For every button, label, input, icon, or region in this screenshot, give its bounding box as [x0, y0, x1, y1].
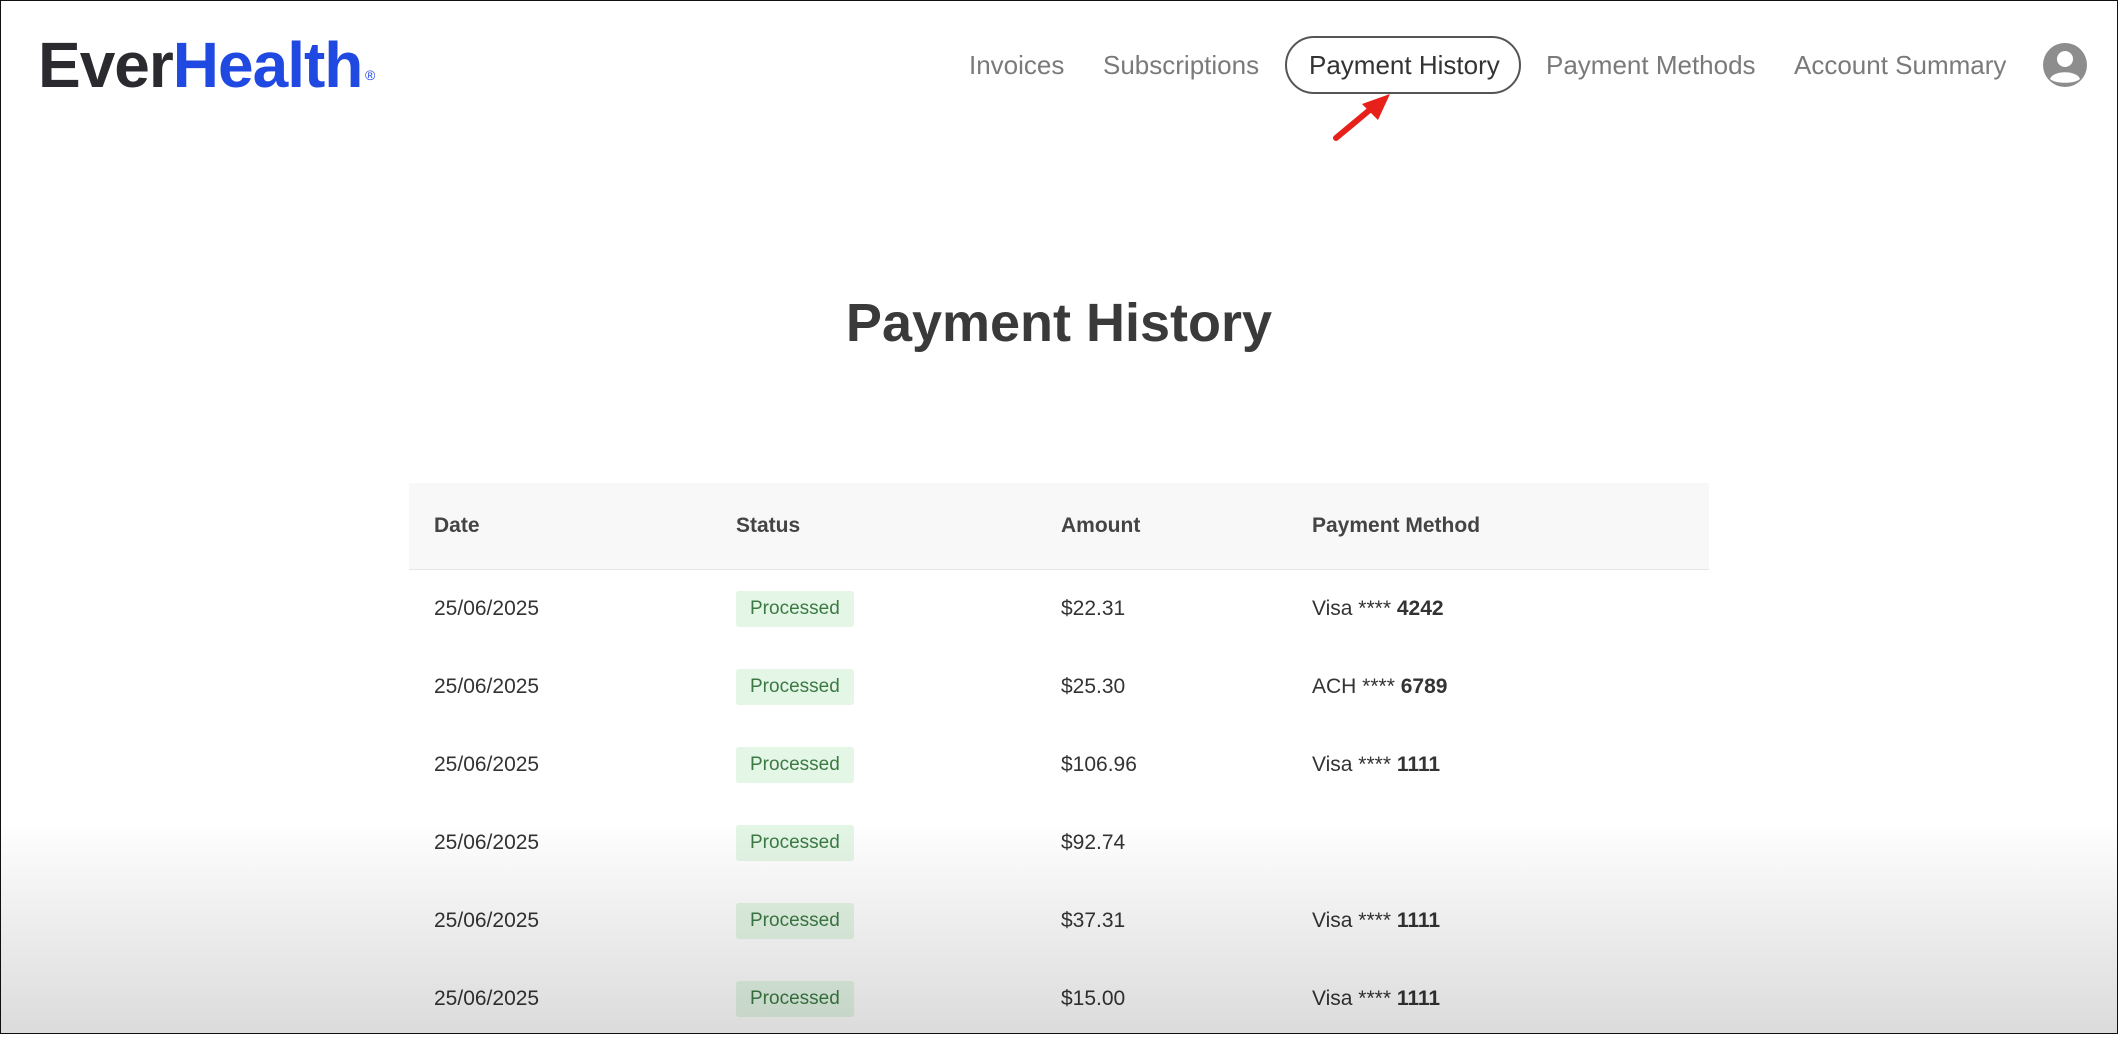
- status-badge: Processed: [736, 669, 854, 705]
- cell-date: 25/06/2025: [434, 675, 540, 698]
- user-avatar-icon[interactable]: [2042, 42, 2088, 88]
- table-row: 25/06/2025 Processed $25.30 ACH **** 678…: [409, 648, 1709, 726]
- payment-method-type: Visa ****: [1312, 909, 1391, 932]
- table-row: 25/06/2025 Processed $37.31 Visa **** 11…: [409, 882, 1709, 960]
- cell-date: 25/06/2025: [434, 987, 540, 1010]
- nav-subscriptions[interactable]: Subscriptions: [1103, 36, 1259, 94]
- payment-method-last4: 1111: [1396, 753, 1441, 776]
- nav-payment-methods[interactable]: Payment Methods: [1546, 36, 1756, 94]
- header-status: Status: [736, 514, 801, 537]
- page-title: Payment History: [845, 293, 1273, 353]
- payment-method-last4: 1111: [1396, 987, 1441, 1010]
- status-badge: Processed: [736, 825, 854, 861]
- table-header: Date Status Amount Payment Method: [409, 483, 1709, 570]
- table-row: 25/06/2025 Processed $106.96 Visa **** 1…: [409, 726, 1709, 804]
- everhealth-logo[interactable]: EverHealth ®: [38, 26, 375, 104]
- header-date: Date: [434, 514, 480, 537]
- payment-method-last4: 6789: [1400, 675, 1448, 698]
- cell-amount: $106.96: [1061, 753, 1137, 776]
- payment-method-type: ACH ****: [1312, 675, 1395, 698]
- nav-account-summary[interactable]: Account Summary: [1794, 36, 2006, 94]
- payment-method-type: Visa ****: [1312, 753, 1391, 776]
- cell-payment-method: Visa **** 4242: [1312, 570, 1444, 648]
- status-badge: Processed: [736, 903, 854, 939]
- header-payment-method: Payment Method: [1312, 514, 1481, 537]
- cell-amount: $92.74: [1061, 831, 1126, 854]
- logo-text-health: Health: [172, 29, 364, 101]
- cell-amount: $22.31: [1061, 597, 1126, 620]
- cell-amount: $37.31: [1061, 909, 1126, 932]
- payment-method-last4: 4242: [1396, 597, 1444, 620]
- table-row: 25/06/2025 Processed $92.74: [409, 804, 1709, 882]
- cell-payment-method: Visa **** 1111: [1312, 726, 1440, 804]
- header-amount: Amount: [1061, 514, 1141, 537]
- cell-amount: $15.00: [1061, 987, 1126, 1010]
- table-row: 25/06/2025 Processed $22.31 Visa **** 42…: [409, 570, 1709, 648]
- red-arrow-annotation: [1333, 94, 1390, 141]
- cell-date: 25/06/2025: [434, 753, 540, 776]
- cell-date: 25/06/2025: [434, 831, 540, 854]
- cell-amount: $25.30: [1061, 675, 1126, 698]
- payment-method-type: Visa ****: [1312, 987, 1391, 1010]
- status-badge: Processed: [736, 591, 854, 627]
- table-row: 25/06/2025 Processed $15.00 Visa **** 11…: [409, 960, 1709, 1038]
- cell-payment-method: ACH **** 6789: [1312, 648, 1447, 726]
- payment-method-last4: 1111: [1396, 909, 1441, 932]
- registered-mark: ®: [365, 67, 375, 83]
- status-badge: Processed: [736, 981, 854, 1017]
- cell-date: 25/06/2025: [434, 597, 540, 620]
- payment-method-type: Visa ****: [1312, 597, 1391, 620]
- status-badge: Processed: [736, 747, 854, 783]
- logo-text-ever: Ever: [38, 29, 174, 101]
- cell-date: 25/06/2025: [434, 909, 540, 932]
- nav-invoices[interactable]: Invoices: [969, 36, 1064, 94]
- cell-payment-method: Visa **** 1111: [1312, 960, 1440, 1038]
- cell-payment-method: Visa **** 1111: [1312, 882, 1440, 960]
- nav-payment-history[interactable]: Payment History: [1285, 36, 1521, 94]
